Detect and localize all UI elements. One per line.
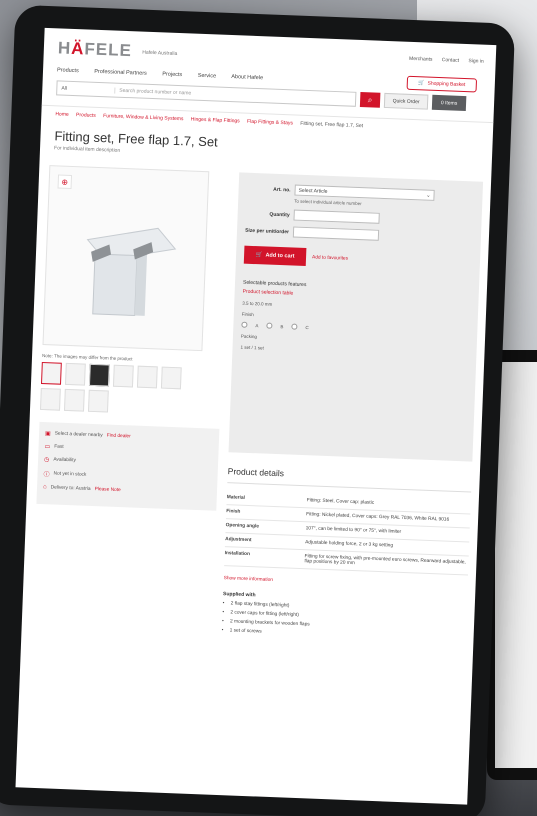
breadcrumb-item[interactable]: Hinges & Flap Fittings [191, 117, 240, 125]
product-form-column: Art. no. Select Article ⌄ To select indiv… [222, 172, 484, 642]
thumbnail[interactable] [160, 366, 182, 390]
size-row: Size per unit/order [245, 225, 473, 245]
delivery-row: ⌂ Delivery to: Austria Please Note [42, 484, 121, 493]
topnav-merchants[interactable]: Merchants [409, 56, 433, 63]
store-icon: ▣ [44, 431, 51, 438]
tablet-screen: HÄFELE Hafele Australia Merchants Contac… [15, 27, 497, 805]
thumbnail[interactable] [40, 361, 62, 385]
thumbnail[interactable] [40, 387, 61, 411]
nav-projects[interactable]: Projects [162, 71, 182, 78]
breadcrumb-item[interactable]: Products [76, 112, 96, 119]
more-info-link[interactable]: Show more information [224, 576, 468, 590]
finish-radio[interactable] [241, 321, 248, 328]
product-image[interactable]: ⊕ [42, 165, 210, 352]
finish-radio[interactable] [266, 322, 273, 329]
size-input[interactable] [292, 226, 380, 241]
add-to-cart-button[interactable]: 🛒 Add to cart [243, 245, 307, 267]
tablet-frame: HÄFELE Hafele Australia Merchants Contac… [0, 4, 516, 816]
availability-panel: ▣ Select a dealer nearby Find dealer ▭ Fast… [36, 421, 220, 511]
add-to-favourites-link[interactable]: Add to favourites [312, 255, 348, 261]
nav-products[interactable]: Products [57, 67, 79, 74]
topnav-contact[interactable]: Contact [442, 57, 459, 64]
shopping-basket-label: Shopping Basket [427, 80, 466, 89]
search-icon: ⌕ [367, 94, 373, 104]
cart-icon: 🛒 [418, 80, 425, 87]
cart-icon: 🛒 [255, 252, 263, 259]
location-icon: ⌂ [42, 484, 47, 491]
thumbnail-strip [40, 361, 202, 416]
order-form: Art. no. Select Article ⌄ To select indiv… [228, 172, 484, 462]
thumbnail[interactable] [87, 389, 109, 413]
dealer-row: ▣ Select a dealer nearby Find dealer [44, 431, 131, 440]
clock-icon: ◷ [43, 457, 50, 464]
nav-service[interactable]: Service [198, 73, 217, 80]
nav-partners[interactable]: Professional Partners [94, 69, 147, 77]
quick-order-button[interactable]: Quick Order [383, 92, 429, 110]
zoom-icon[interactable]: ⊕ [57, 174, 73, 189]
fast-row: ▭ Fast [44, 444, 64, 451]
stock-row: ⓘ Not yet in stock [43, 469, 211, 484]
availability-row: ◷ Availability [43, 457, 76, 464]
thumbnail[interactable] [63, 388, 85, 412]
article-row: Art. no. Select Article ⌄ [246, 183, 474, 203]
brand-subtitle: Hafele Australia [142, 49, 178, 57]
thumbnail[interactable] [88, 363, 110, 387]
topnav-sign-in[interactable]: Sign in [468, 58, 484, 65]
search-input[interactable]: All Search product number or name [56, 80, 357, 107]
finish-radio[interactable] [291, 323, 298, 330]
cart-mini-button[interactable]: 0 Items [431, 94, 467, 112]
notice-link[interactable]: Please Note [95, 487, 121, 493]
truck-icon: ▭ [44, 444, 51, 451]
breadcrumb-item[interactable]: Flap Fittings & Stays [247, 119, 293, 127]
thumbnail[interactable] [112, 364, 134, 388]
quantity-input[interactable] [293, 209, 380, 224]
packing-value: 1 set / 1 set [240, 344, 264, 351]
add-row: 🛒 Add to cart Add to favourites [243, 245, 473, 273]
shopping-basket-button[interactable]: 🛒 Shopping Basket [406, 75, 478, 93]
quantity-label: Quantity [269, 211, 290, 218]
product-media-column: ⊕ Note: The images may differ from the p… [32, 165, 230, 633]
breadcrumb-current: Fitting set, Free flap 1.7, Set [300, 120, 364, 130]
info-icon: ⓘ [43, 472, 50, 479]
nav-about[interactable]: About Hafele [231, 74, 263, 81]
quantity-row: Quantity [245, 208, 473, 228]
search-button[interactable]: ⌕ [359, 92, 381, 108]
product-details: Product details Material Fitting: Steel, … [222, 452, 473, 642]
thumbnail[interactable] [64, 362, 86, 386]
search-category-select[interactable]: All [57, 84, 116, 94]
breadcrumb-item[interactable]: Home [55, 111, 69, 118]
article-label: Art. no. [273, 186, 291, 193]
breadcrumb-item[interactable]: Furniture, Window & Living Systems [103, 113, 183, 122]
details-heading: Product details [227, 466, 472, 493]
chevron-down-icon: ⌄ [426, 192, 431, 199]
size-label: Size per unit/order [245, 227, 290, 235]
search-placeholder: Search product number or name [119, 87, 192, 97]
brand-logo[interactable]: HÄFELE [58, 38, 133, 61]
product-body: ⊕ Note: The images may differ from the p… [22, 153, 492, 643]
flap-fitting-illustration [86, 227, 177, 317]
thumbnail[interactable] [136, 365, 158, 389]
find-dealer-link[interactable]: Find dealer [107, 434, 131, 440]
